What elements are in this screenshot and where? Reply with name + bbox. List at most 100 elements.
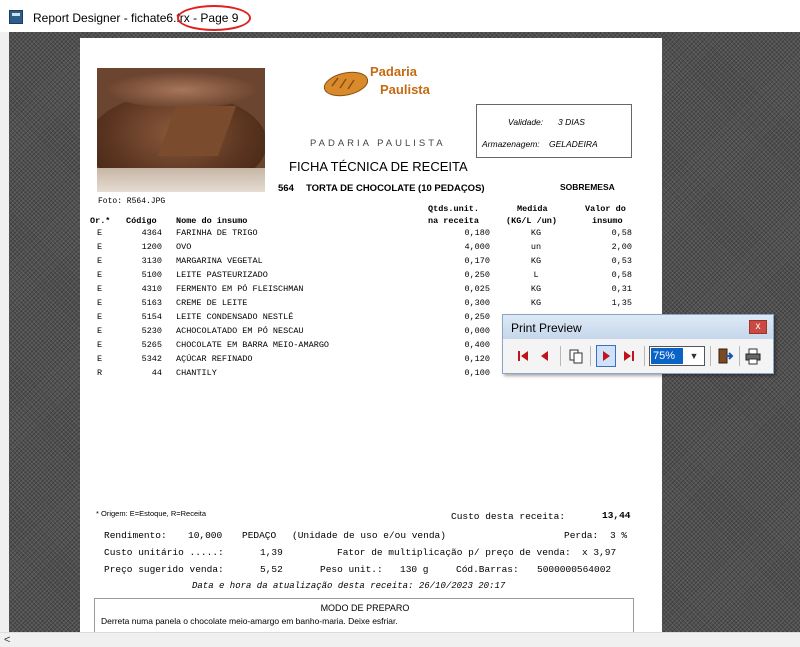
header-qtd-line2: na receita	[428, 216, 480, 226]
last-page-icon	[624, 351, 634, 361]
custo-unitario-value: 1,39	[260, 547, 283, 558]
last-page-button[interactable]	[619, 345, 639, 367]
row-nome-insumo: CHOCOLATE EM BARRA MEIO-AMARGO	[176, 340, 330, 350]
recipe-name: TORTA DE CHOCOLATE (10 PEDAÇOS)	[306, 183, 485, 194]
armazenagem-value: GELADEIRA	[549, 139, 598, 149]
row-codigo: 3130	[141, 256, 162, 266]
perda-label: Perda:	[564, 530, 599, 541]
horizontal-scrollbar[interactable]: <	[0, 632, 800, 647]
print-icon	[745, 348, 761, 365]
row-origem: E	[97, 326, 103, 336]
row-medida: KG	[530, 256, 542, 266]
validade-box: Validade: 3 DIAS Armazenagem: GELADEIRA	[476, 104, 632, 158]
page-setup-button[interactable]	[566, 345, 586, 367]
row-nome-insumo: OVO	[176, 242, 192, 252]
row-medida: L	[533, 270, 539, 280]
row-nome-insumo: FERMENTO EM PÓ FLEISCHMAN	[176, 284, 304, 294]
header-medida-line1: Medida	[517, 204, 548, 214]
zoom-select[interactable]: 75% ▼	[649, 346, 705, 366]
bakery-logo: Padaria Paulista	[320, 64, 450, 104]
scroll-left-arrow-icon[interactable]: <	[4, 634, 10, 646]
row-nome-insumo: LEITE CONDENSADO NESTLÉ	[176, 312, 294, 322]
rendimento-value: 10,000	[188, 530, 223, 541]
page-setup-icon	[569, 349, 583, 364]
barras-label: Cód.Barras:	[456, 564, 519, 575]
bakery-subtitle: PADARIA PAULISTA	[310, 138, 446, 149]
row-codigo: 1200	[141, 242, 162, 252]
row-origem: E	[97, 354, 103, 364]
photo-caption: Foto: R564.JPG	[98, 197, 166, 206]
prev-page-button[interactable]	[535, 345, 555, 367]
validade-value: 3 DIAS	[558, 117, 585, 127]
header-nome-insumo: Nome do insumo	[176, 216, 248, 226]
toolbar-separator	[739, 346, 740, 366]
first-page-button[interactable]	[513, 345, 533, 367]
toolbar-separator	[644, 346, 645, 366]
table-row: E 5100 LEITE PASTEURIZADO 0,250 L 0,58	[80, 270, 662, 284]
row-codigo: 4364	[141, 228, 162, 238]
header-valor-line2: insumo	[592, 216, 623, 226]
zoom-value: 75%	[651, 348, 683, 364]
row-qtd: 0,250	[464, 270, 490, 280]
table-row: E 1200 OVO 4,000 un 2,00	[80, 242, 662, 256]
row-qtd: 0,300	[464, 298, 490, 308]
row-nome-insumo: CHANTILY	[176, 368, 217, 378]
report-designer-app-icon	[9, 10, 23, 24]
row-qtd: 0,250	[464, 312, 490, 322]
title-bar: Report Designer - fichate6.frx - Page 9	[0, 0, 800, 32]
row-codigo: 5154	[141, 312, 162, 322]
row-valor: 0,58	[611, 270, 632, 280]
next-page-button[interactable]	[596, 345, 616, 367]
row-codigo: 5265	[141, 340, 162, 350]
custo-unitario-label: Custo unitário .....:	[104, 547, 224, 558]
row-qtd: 0,180	[464, 228, 490, 238]
first-page-icon	[518, 351, 528, 361]
table-row: E 4364 FARINHA DE TRIGO 0,180 KG 0,58	[80, 228, 662, 242]
close-button[interactable]: x	[749, 320, 767, 334]
rendimento-note: (Unidade de uso e/ou venda)	[292, 530, 446, 541]
preco-value: 5,52	[260, 564, 283, 575]
table-row: E 4310 FERMENTO EM PÓ FLEISCHMAN 0,025 KG 0,3…	[80, 284, 662, 298]
row-qtd: 4,000	[464, 242, 490, 252]
row-nome-insumo: CREME DE LEITE	[176, 298, 248, 308]
preco-label: Preço sugerido venda:	[104, 564, 224, 575]
row-codigo: 44	[151, 368, 162, 378]
barras-value: 5000000564002	[537, 564, 612, 575]
chevron-down-icon[interactable]: ▼	[686, 348, 702, 364]
row-valor: 2,00	[611, 242, 632, 252]
row-valor: 0,58	[611, 228, 632, 238]
row-origem: E	[97, 340, 103, 350]
report-title: FICHA TÉCNICA DE RECEITA	[289, 159, 468, 174]
row-origem: E	[97, 228, 103, 238]
header-codigo: Código	[126, 216, 157, 226]
row-codigo: 5230	[141, 326, 162, 336]
perda-value: 3 %	[610, 530, 628, 541]
peso-value: 130 g	[400, 564, 429, 575]
header-medida-line2: (KG/L /un)	[506, 216, 558, 226]
row-medida: KG	[530, 284, 542, 294]
recipe-code: 564	[278, 183, 294, 194]
header-valor-line1: Valor do	[585, 204, 626, 214]
row-codigo: 5100	[141, 270, 162, 280]
modo-preparo-text: Derreta numa panela o chocolate meio-ama…	[101, 616, 398, 626]
print-preview-title: Print Preview	[511, 321, 582, 335]
row-medida: KG	[530, 228, 542, 238]
row-medida: KG	[530, 298, 542, 308]
row-codigo: 4310	[141, 284, 162, 294]
row-qtd: 0,000	[464, 326, 490, 336]
print-button[interactable]	[743, 345, 763, 367]
row-origem: E	[97, 298, 103, 308]
atualizacao-text: Data e hora da atualização desta receita…	[192, 581, 506, 591]
row-qtd: 0,100	[464, 368, 490, 378]
print-preview-toolbar: Print Preview x 75% ▼	[502, 314, 774, 374]
exit-button[interactable]	[715, 345, 735, 367]
logo-text-padaria: Padaria	[370, 64, 417, 79]
window-title: Report Designer - fichate6.frx - Page 9	[33, 11, 238, 25]
header-qtd-line1: Qtds.unit.	[428, 204, 480, 214]
toolbar-separator	[710, 346, 711, 366]
row-nome-insumo: ACHOCOLATADO EM PÓ NESCAU	[176, 326, 304, 336]
print-preview-titlebar[interactable]: Print Preview x	[503, 315, 773, 339]
custo-receita-label: Custo desta receita:	[451, 511, 566, 522]
row-medida: un	[530, 242, 542, 252]
exit-icon	[718, 348, 734, 364]
